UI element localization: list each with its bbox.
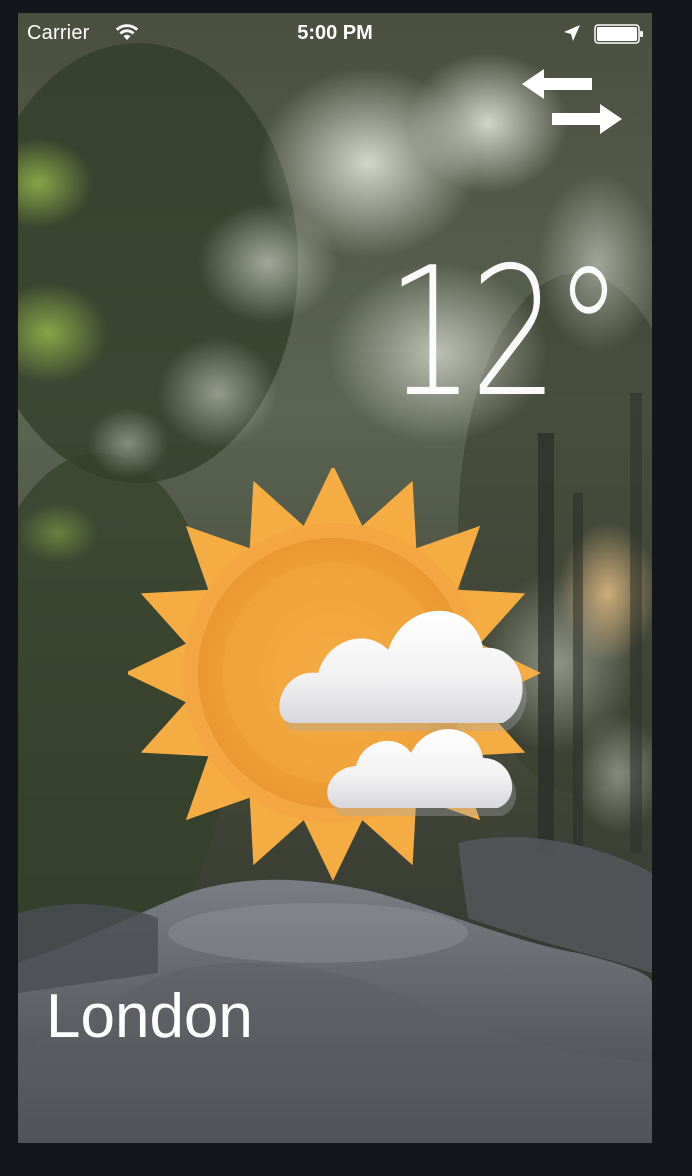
weather-screen: Carrier 5:00 PM 12° London	[18, 13, 652, 1143]
status-bar: Carrier 5:00 PM	[18, 13, 652, 53]
swap-units-button[interactable]	[518, 67, 628, 143]
clock-time: 5:00 PM	[297, 22, 373, 44]
location-arrow-icon	[564, 25, 580, 41]
battery-icon	[594, 24, 643, 44]
partly-cloudy-sun-icon	[128, 468, 541, 881]
swap-arrows-icon	[522, 69, 622, 134]
city-label: London	[46, 982, 253, 1051]
temperature-label: 12°	[385, 229, 623, 436]
